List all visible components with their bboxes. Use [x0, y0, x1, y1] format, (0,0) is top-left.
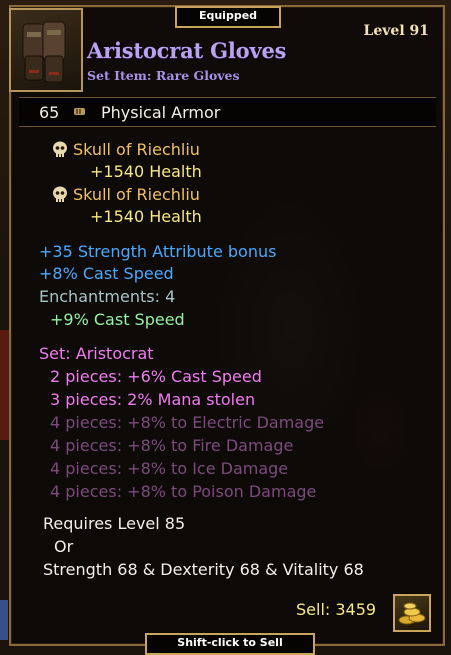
requirement-or: Or [54, 537, 74, 556]
set-bonus-inactive: 4 pieces: +8% to Fire Damage [50, 436, 294, 455]
set-bonus-inactive: 4 pieces: +8% to Electric Damage [50, 413, 325, 432]
armor-value: 65 [39, 103, 60, 122]
equipped-tab: Equipped [175, 6, 281, 28]
socket-1-name: Skull of Riechliu [73, 140, 200, 159]
background-ui-edge-lower [0, 600, 8, 640]
skull-icon [53, 141, 67, 157]
requirement-level: Requires Level 85 [43, 514, 186, 533]
item-name: Aristocrat Gloves [87, 38, 287, 63]
gold-coins-icon[interactable] [393, 594, 431, 632]
set-name: Set: Aristocrat [39, 344, 154, 363]
requirement-stats: Strength 68 & Dexterity 68 & Vitality 68 [43, 560, 364, 579]
item-type: Set Item: Rare Gloves [87, 68, 240, 83]
socket-2-bonus: +1540 Health [90, 207, 202, 226]
attribute-cast-speed: +8% Cast Speed [39, 264, 174, 283]
item-level: Level 91 [363, 23, 429, 39]
sell-price: Sell: 3459 [296, 600, 377, 619]
set-bonus-inactive: 4 pieces: +8% to Ice Damage [50, 459, 289, 478]
gloves-icon [9, 8, 83, 92]
armor-stat-bar: 65 Physical Armor [19, 97, 436, 127]
set-bonus-active: 2 pieces: +6% Cast Speed [50, 367, 262, 386]
armor-fist-icon [74, 108, 85, 115]
skull-icon [53, 186, 67, 202]
attribute-strength: +35 Strength Attribute bonus [39, 242, 277, 261]
set-bonus-active: 3 pieces: 2% Mana stolen [50, 390, 256, 409]
enchantment-item: +9% Cast Speed [50, 310, 185, 329]
shift-click-sell-hint: Shift-click to Sell [145, 633, 315, 655]
socket-2-name: Skull of Riechliu [73, 185, 200, 204]
enchantments-label: Enchantments: 4 [39, 287, 176, 306]
background-ui-edge [0, 330, 9, 440]
set-bonus-inactive: 4 pieces: +8% to Poison Damage [50, 482, 317, 501]
socket-1-bonus: +1540 Health [90, 162, 202, 181]
armor-label: Physical Armor [101, 103, 221, 122]
